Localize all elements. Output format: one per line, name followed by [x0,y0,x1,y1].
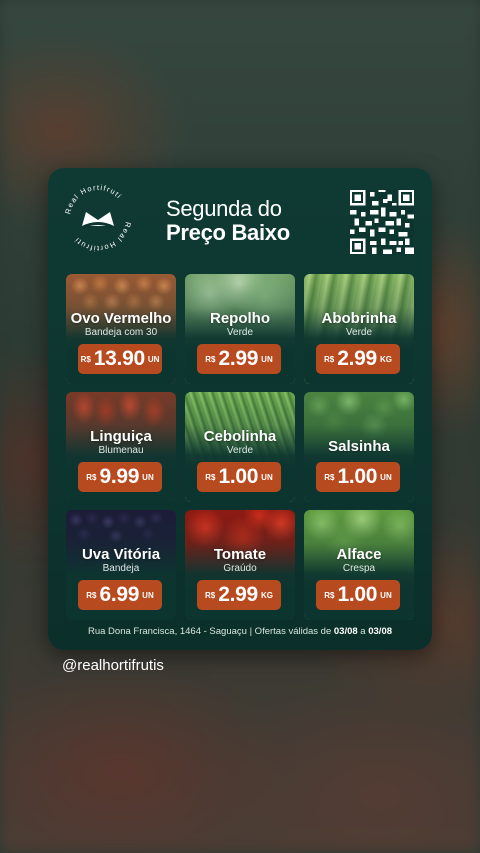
price-value: 6.99 [99,583,140,606]
product-name: Ovo Vermelho [70,310,172,327]
currency: R$ [86,590,97,600]
currency: R$ [205,472,216,482]
product-desc: Verde [226,445,254,456]
currency: R$ [86,472,97,482]
price-tag: R$ 2.99 KG [316,344,400,374]
price-value: 1.00 [337,583,378,606]
currency: R$ [324,354,335,364]
price-tag: R$ 13.90 UN [78,344,162,374]
product-name: Repolho [210,310,270,327]
product-desc: Bandeja [102,563,140,574]
product-card-uva-vitoria[interactable]: Uva Vitória Bandeja R$ 6.99 UN [66,510,176,620]
product-name: Salsinha [328,438,390,455]
product-card-abobrinha[interactable]: Abobrinha Verde R$ 2.99 KG [304,274,414,384]
date-from: 03/08 [333,626,358,637]
card-header: Real Hortifruti Real Hortifruti Segunda … [48,168,432,268]
price-tag: R$ 2.99 KG [197,580,281,610]
address-text: Rua Dona Francisca, 1464 - Saguaçu | Ofe… [87,626,334,637]
date-to: 03/08 [368,626,393,637]
product-card-alface[interactable]: Alface Crespa R$ 1.00 UN [304,510,414,620]
product-card-ovo-vermelho[interactable]: Ovo Vermelho Bandeja com 30 R$ 13.90 UN [66,274,176,384]
currency: R$ [324,472,335,482]
product-desc: Crespa [342,563,376,574]
price-tag: R$ 1.00 UN [197,462,281,492]
price-unit: UN [147,354,160,364]
price-tag: R$ 6.99 UN [78,580,162,610]
product-desc: Verde [345,327,373,338]
page-title: Segunda do Preço Baixo [166,198,290,244]
price-unit: UN [380,590,392,600]
product-desc: Graúdo [223,563,257,574]
product-name: Uva Vitória [81,546,161,563]
price-tag: R$ 9.99 UN [78,462,162,492]
price-value: 2.99 [218,583,258,606]
product-card-cebolinha[interactable]: Cebolinha Verde R$ 1.00 UN [185,392,295,502]
price-tag: R$ 1.00 UN [316,462,400,492]
product-name: Abobrinha [321,310,397,327]
product-name: Cebolinha [203,428,277,445]
price-value: 1.00 [218,465,259,488]
price-unit: KG [379,354,392,364]
product-card-tomate[interactable]: Tomate Graúdo R$ 2.99 KG [185,510,295,620]
product-name: Tomate [213,546,267,563]
product-card-repolho[interactable]: Repolho Verde R$ 2.99 UN [185,274,295,384]
product-name: Linguiça [90,428,152,445]
qr-code-icon[interactable] [350,190,414,254]
price-unit: UN [142,472,154,482]
svg-text:Real Hortifruti: Real Hortifruti [63,183,124,215]
product-desc: Verde [226,327,254,338]
price-value: 2.99 [337,347,377,370]
price-unit: KG [260,590,273,600]
footer-address: Rua Dona Francisca, 1464 - Saguaçu | Ofe… [48,626,432,637]
product-card-salsinha[interactable]: Salsinha R$ 1.00 UN [304,392,414,502]
crown-logo-icon: Real Hortifruti Real Hortifruti [63,183,131,253]
price-value: 2.99 [218,347,259,370]
product-desc: Bandeja com 30 [84,327,158,338]
price-unit: UN [142,590,154,600]
promo-story-card[interactable]: Real Hortifruti Real Hortifruti Segunda … [48,168,432,650]
title-line-1: Segunda do [166,196,282,221]
title-line-2: Preço Baixo [166,220,290,245]
product-desc: Blumenau [98,445,144,456]
product-name: Alface [336,546,382,563]
product-card-linguica[interactable]: Linguiça Blumenau R$ 9.99 UN [66,392,176,502]
currency: R$ [205,590,216,600]
price-unit: UN [261,354,273,364]
date-connector: a [357,626,369,637]
currency: R$ [324,590,335,600]
currency: R$ [205,354,216,364]
price-unit: UN [380,472,392,482]
price-value: 1.00 [337,465,378,488]
mention-sticker[interactable]: @realhortifrutis [62,657,164,674]
price-value: 9.99 [99,465,140,488]
currency: R$ [80,354,91,364]
price-tag: R$ 1.00 UN [316,580,400,610]
price-tag: R$ 2.99 UN [197,344,281,374]
price-unit: UN [261,472,273,482]
price-value: 13.90 [93,347,145,370]
